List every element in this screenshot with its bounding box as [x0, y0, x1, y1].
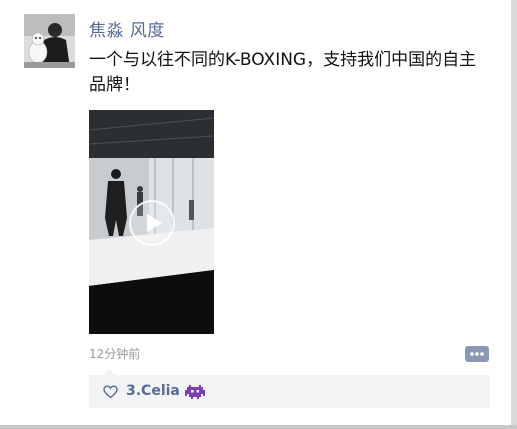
scroll-edge [511, 0, 517, 429]
video-thumbnail[interactable] [89, 110, 214, 334]
avatar[interactable] [24, 14, 75, 68]
liker-name[interactable]: 3.Celia [126, 383, 180, 399]
moment-card: 焦淼 风度 一个与以往不同的K-BOXING，支持我们中国的自主品牌！ 12分钟… [0, 0, 517, 429]
comment-button[interactable] [464, 345, 490, 363]
bottom-edge [0, 425, 517, 429]
comment-icon [465, 346, 489, 362]
play-button[interactable] [129, 200, 175, 246]
post-timestamp: 12分钟前 [89, 347, 141, 361]
avatar-photo [24, 14, 75, 68]
alien-monster-emoji [185, 385, 205, 399]
username[interactable]: 焦淼 风度 [89, 16, 165, 41]
heart-icon [103, 385, 118, 399]
post-text: 一个与以往不同的K-BOXING，支持我们中国的自主品牌！ [89, 50, 477, 95]
play-icon [147, 214, 162, 232]
likes-section: 3.Celia [89, 369, 490, 408]
